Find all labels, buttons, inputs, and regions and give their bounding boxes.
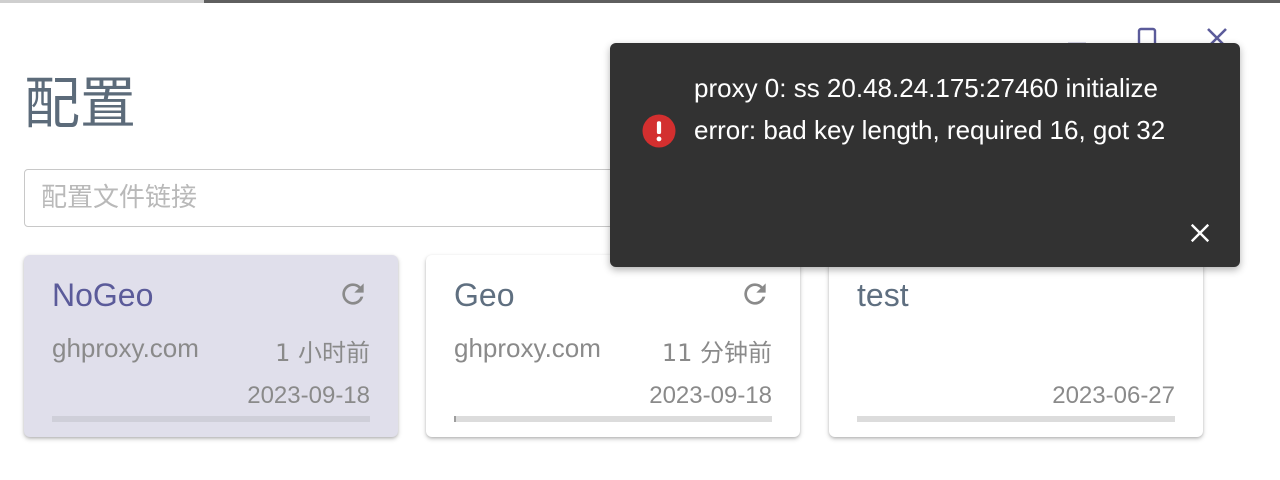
profile-date: 2023-09-18 <box>649 382 772 409</box>
profile-host: ghproxy.com <box>52 333 199 363</box>
refresh-icon <box>342 283 364 305</box>
toast-message: proxy 0: ss 20.48.24.175:27460 initializ… <box>694 73 1166 145</box>
profile-host: ghproxy.com <box>454 333 601 363</box>
profile-card-geo[interactable]: Geo ghproxy.com 11 分钟前 2023-09-18 <box>426 255 800 437</box>
refresh-button[interactable] <box>336 277 370 311</box>
error-icon <box>642 114 676 148</box>
profile-name: test <box>857 277 909 313</box>
toast-close-button[interactable] <box>1186 219 1214 247</box>
profile-date: 2023-06-27 <box>1052 382 1175 409</box>
profile-updated: 1 小时前 <box>275 339 370 367</box>
progress-fill <box>454 416 456 422</box>
profile-date: 2023-09-18 <box>247 382 370 409</box>
profile-card-nogeo[interactable]: NoGeo ghproxy.com 1 小时前 2023-09-18 <box>24 255 398 437</box>
profile-name: Geo <box>454 277 515 313</box>
refresh-icon <box>744 283 766 305</box>
profile-progress <box>52 416 370 422</box>
window-top-border-highlight <box>0 0 204 3</box>
profile-name: NoGeo <box>52 277 154 313</box>
profile-card-test[interactable]: test 2023-06-27 <box>829 255 1203 437</box>
profile-progress <box>857 416 1175 422</box>
close-icon <box>1190 223 1210 243</box>
refresh-button[interactable] <box>738 277 772 311</box>
page-title: 配置 <box>24 72 136 137</box>
error-toast: proxy 0: ss 20.48.24.175:27460 initializ… <box>610 43 1240 267</box>
profile-updated: 11 分钟前 <box>661 339 772 367</box>
profile-progress <box>454 416 772 422</box>
